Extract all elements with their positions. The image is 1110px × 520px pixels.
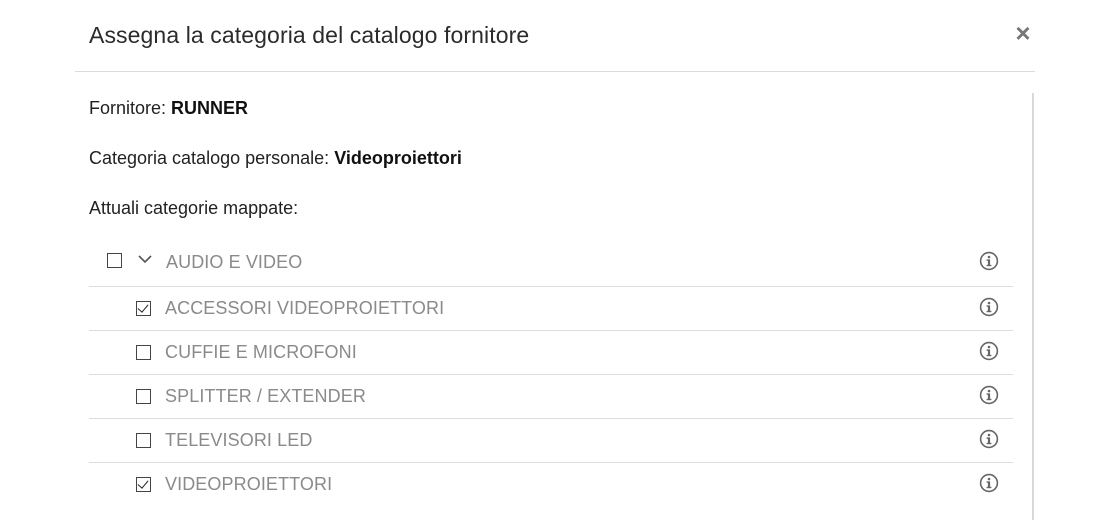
info-circle-icon[interactable] [979,297,999,317]
category-checkbox[interactable] [136,477,151,492]
scrollbar-track[interactable] [1032,93,1034,520]
category-label: ACCESSORI VIDEOPROIETTORI [165,298,445,318]
tree-row[interactable]: VIDEOPROIETTORI [89,463,1013,507]
parent-checkbox[interactable] [107,253,122,268]
info-circle-icon[interactable] [979,429,999,449]
personal-category-label: Categoria catalogo personale: [89,148,330,168]
personal-category-line: Categoria catalogo personale: Videoproie… [89,148,462,169]
dialog-header: Assegna la categoria del catalogo fornit… [0,0,1110,72]
supplier-line: Fornitore: RUNNER [89,98,248,119]
supplier-value: RUNNER [171,98,249,118]
category-label: SPLITTER / EXTENDER [165,386,366,406]
category-label: CUFFIE E MICROFONI [165,342,357,362]
tree-row[interactable]: CUFFIE E MICROFONI [89,331,1013,375]
close-icon[interactable]: × [1008,18,1038,48]
mapped-categories-label: Attuali categorie mappate: [89,198,299,218]
category-checkbox[interactable] [136,345,151,360]
category-tree: AUDIO E VIDEO ACCESSORI VIDEOPROIETTORI … [89,240,1013,507]
category-checkbox[interactable] [136,433,151,448]
chevron-down-icon[interactable] [136,250,154,268]
info-circle-icon[interactable] [979,251,999,271]
category-label: VIDEOPROIETTORI [165,474,333,494]
dialog-title: Assegna la categoria del catalogo fornit… [89,22,530,48]
parent-label: AUDIO E VIDEO [166,252,303,272]
header-divider [75,71,1035,72]
tree-row-parent[interactable]: AUDIO E VIDEO [89,240,1013,287]
tree-row[interactable]: TELEVISORI LED [89,419,1013,463]
personal-category-value: Videoproiettori [334,148,462,168]
assign-category-dialog: Assegna la categoria del catalogo fornit… [0,0,1110,520]
tree-row[interactable]: ACCESSORI VIDEOPROIETTORI [89,287,1013,331]
category-checkbox[interactable] [136,389,151,404]
tree-row[interactable]: SPLITTER / EXTENDER [89,375,1013,419]
category-label: TELEVISORI LED [165,430,313,450]
info-circle-icon[interactable] [979,385,999,405]
info-circle-icon[interactable] [979,341,999,361]
supplier-label: Fornitore: [89,98,167,118]
info-circle-icon[interactable] [979,473,999,493]
category-checkbox[interactable] [136,301,151,316]
